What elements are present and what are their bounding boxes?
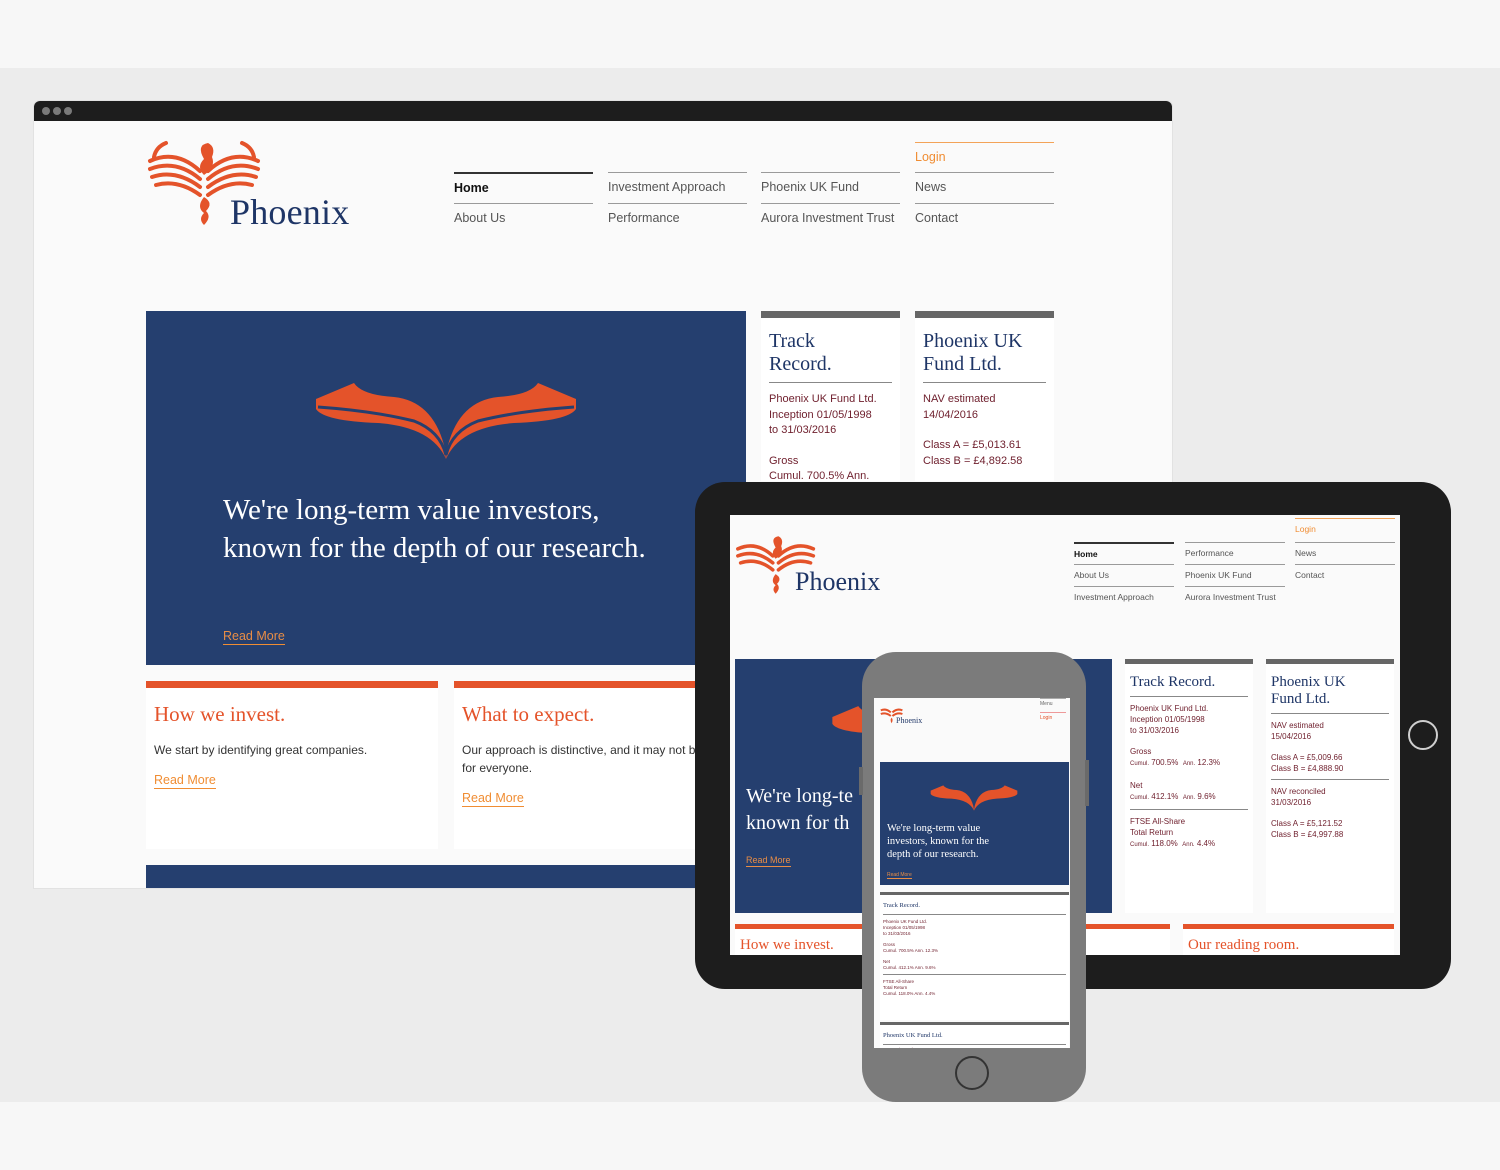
feature-read-more-link[interactable]: Read More (462, 791, 524, 807)
feature-card-reading-room: Our reading room. (1183, 924, 1394, 955)
brand-wordmark: Phoenix (795, 567, 881, 596)
ftse-values: Cumul. 118.0% Ann. 4.4% (1130, 839, 1216, 848)
nav-about-us[interactable]: About Us (454, 203, 593, 234)
inception-date: Inception 01/05/1998 (1130, 715, 1205, 724)
nav-reconciled-date: 31/03/2016 (1271, 798, 1312, 807)
nav-performance[interactable]: Performance (1185, 542, 1285, 564)
window-zoom-dot[interactable] (64, 107, 72, 115)
fund-name: Phoenix UK Fund Ltd. (769, 393, 877, 405)
window-minimize-dot[interactable] (53, 107, 61, 115)
card-top-bar (146, 681, 438, 688)
phone-fund-card: Phoenix UK Fund Ltd. NAV estimated (880, 1022, 1069, 1048)
class-a-estimated: Class A = £5,009.66 (1271, 753, 1343, 762)
nav-about-us[interactable]: About Us (1074, 564, 1174, 586)
browser-title-bar (34, 101, 1172, 121)
phone-track-record-card: Track Record. Phoenix UK Fund Ltd. Incep… (880, 892, 1069, 1020)
period-end: to 31/03/2016 (769, 424, 837, 436)
phoenix-logo[interactable]: Phoenix (880, 706, 922, 729)
brand-wordmark: Phoenix (896, 716, 923, 725)
nav-estimated-date: 14/04/2016 (923, 408, 979, 421)
hero-banner: We're long-term value investors, known f… (146, 311, 746, 665)
phoenix-wings-icon (930, 785, 1018, 811)
net-values: Cumul. 412.1% Ann. 9.6% (1130, 792, 1216, 801)
net-label: Net (1130, 781, 1143, 790)
hero-headline: We're long-term value investors, known fo… (887, 823, 990, 860)
track-record-title: Track Record. (769, 330, 832, 375)
fund-nav-card: Phoenix UK Fund Ltd. NAV estimated 14/04/… (915, 311, 1054, 481)
ftse-label: FTSE All-Share (1130, 817, 1186, 826)
class-b-reconciled: Class B = £4,997.88 (1271, 830, 1344, 839)
class-b-estimated: Class B = £4,888.90 (1271, 764, 1344, 773)
feature-card-how-we-invest: How we invest. We start by identifying g… (146, 681, 438, 849)
fund-nav-card: Phoenix UK Fund Ltd. NAV estimated 15/04/… (1266, 659, 1394, 913)
nav-contact[interactable]: Contact (915, 203, 1054, 234)
nav-investment-approach[interactable]: Investment Approach (1074, 586, 1174, 608)
phone-power-button (1085, 760, 1089, 806)
card-top-bar (915, 311, 1054, 318)
nav-aurora-investment-trust[interactable]: Aurora Investment Trust (761, 203, 900, 234)
window-close-dot[interactable] (42, 107, 50, 115)
fund-name: Phoenix UK Fund Ltd. (1130, 704, 1209, 713)
nav-estimated-date: 15/04/2016 (1271, 732, 1312, 741)
nav-login[interactable]: Login (1295, 518, 1395, 540)
class-b-value: Class B = £4,892.58 (923, 454, 1023, 467)
nav-estimated-label: NAV estimated (923, 393, 996, 405)
track-record-title: Track Record. (883, 902, 920, 909)
nav-phoenix-uk-fund[interactable]: Phoenix UK Fund (761, 172, 900, 203)
nav-home[interactable]: Home (454, 172, 593, 203)
feature-title: Our reading room. (1188, 937, 1300, 953)
phone-screen: Phoenix Menu Login We're long-term value… (874, 698, 1070, 1048)
nav-news[interactable]: News (915, 172, 1054, 203)
track-record-card: Track Record. Phoenix UK Fund Ltd. Incep… (1125, 659, 1253, 913)
nav-news[interactable]: News (1295, 542, 1395, 564)
footer-band (146, 865, 706, 888)
gross-values: Cumul. 700.5% Ann. 12.3% (1130, 758, 1221, 767)
phoenix-logo[interactable]: Phoenix (735, 533, 905, 603)
tablet-home-button[interactable] (1408, 720, 1438, 750)
fund-card-title: Phoenix UK Fund Ltd. (1271, 674, 1346, 707)
phoenix-wings-icon (316, 383, 576, 459)
hero-headline: We're long-te known for th (746, 785, 853, 834)
phoenix-logo[interactable]: Phoenix (146, 139, 366, 232)
feature-title: How we invest. (154, 702, 286, 726)
hero-headline: We're long-term value investors, known f… (223, 494, 646, 564)
class-a-reconciled: Class A = £5,121.52 (1271, 819, 1343, 828)
nav-performance[interactable]: Performance (608, 203, 747, 234)
nav-contact[interactable]: Contact (1295, 564, 1395, 586)
brand-wordmark: Phoenix (230, 192, 350, 232)
phone-device: Phoenix Menu Login We're long-term value… (859, 652, 1089, 1102)
feature-body: We start by identifying great companies. (154, 743, 368, 757)
card-top-bar (761, 311, 900, 318)
track-record-title: Track Record. (1130, 674, 1216, 690)
fund-card-title: Phoenix UK Fund Ltd. (883, 1032, 943, 1039)
nav-login[interactable]: Login (915, 142, 1054, 173)
hero-read-more-link[interactable]: Read More (223, 629, 285, 645)
login-link[interactable]: Login (1040, 712, 1066, 721)
nav-phoenix-uk-fund[interactable]: Phoenix UK Fund (1185, 564, 1285, 586)
gross-label: Gross (1130, 747, 1152, 756)
nav-home[interactable]: Home (1074, 542, 1174, 564)
phone-home-button[interactable] (955, 1056, 989, 1090)
ftse-sublabel: Total Return (1130, 828, 1174, 837)
class-a-value: Class A = £5,013.61 (923, 439, 1022, 451)
feature-read-more-link[interactable]: Read More (154, 773, 216, 789)
fund-card-title: Phoenix UK Fund Ltd. (923, 330, 1023, 375)
nav-estimated-label: NAV estimated (1271, 721, 1324, 730)
nav-investment-approach[interactable]: Investment Approach (608, 172, 747, 203)
nav-aurora-investment-trust[interactable]: Aurora Investment Trust (1185, 586, 1285, 608)
nav-reconciled-label: NAV reconciled (1271, 787, 1326, 796)
gross-label: Gross (769, 454, 799, 467)
hero-read-more-link[interactable]: Read More (746, 855, 791, 867)
phone-volume-button (859, 767, 863, 795)
phone-hero-banner: We're long-term value investors, known fo… (880, 762, 1069, 885)
hero-read-more-link[interactable]: Read More (887, 872, 912, 879)
menu-button[interactable]: Menu (1040, 698, 1066, 707)
period-end: to 31/03/2016 (1130, 726, 1179, 735)
track-record-card: Track Record. Phoenix UK Fund Ltd. Incept… (761, 311, 900, 498)
inception-date: Inception 01/05/1998 (769, 408, 872, 421)
